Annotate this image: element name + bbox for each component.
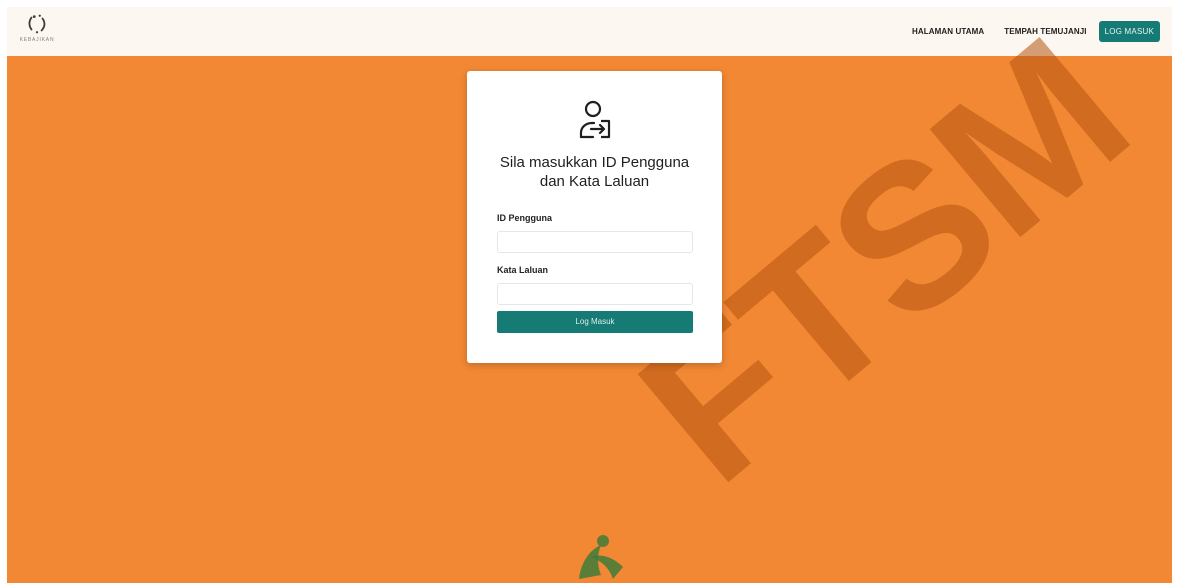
user-id-label: ID Pengguna: [497, 213, 553, 223]
watermark-leaf-icon: [579, 535, 623, 579]
login-card: Sila masukkan ID Pengguna dan Kata Lalua…: [467, 71, 722, 363]
top-navbar: KEBAJIKAN HALAMAN UTAMA TEMPAH TEMUJANJI…: [7, 7, 1172, 56]
user-id-input[interactable]: [497, 231, 693, 253]
user-login-icon: [579, 100, 611, 139]
password-label: Kata Laluan: [497, 265, 549, 275]
browser-viewport: KEBAJIKAN HALAMAN UTAMA TEMPAH TEMUJANJI…: [7, 7, 1172, 583]
login-title: Sila masukkan ID Pengguna dan Kata Lalua…: [499, 154, 690, 190]
brand-logo[interactable]: KEBAJIKAN: [17, 13, 57, 51]
nav-link-tempah-temujanji[interactable]: TEMPAH TEMUJANJI: [1004, 27, 1086, 36]
password-input[interactable]: [497, 283, 693, 305]
nav-login-button[interactable]: LOG MASUK: [1098, 21, 1160, 42]
leaf-wreath-icon: [28, 14, 46, 34]
nav-link-halaman-utama[interactable]: HALAMAN UTAMA: [912, 27, 984, 36]
brand-text: KEBAJIKAN: [19, 37, 55, 43]
nav-links: HALAMAN UTAMA TEMPAH TEMUJANJI LOG MASUK: [892, 7, 1160, 56]
login-submit-button[interactable]: Log Masuk: [497, 311, 693, 333]
